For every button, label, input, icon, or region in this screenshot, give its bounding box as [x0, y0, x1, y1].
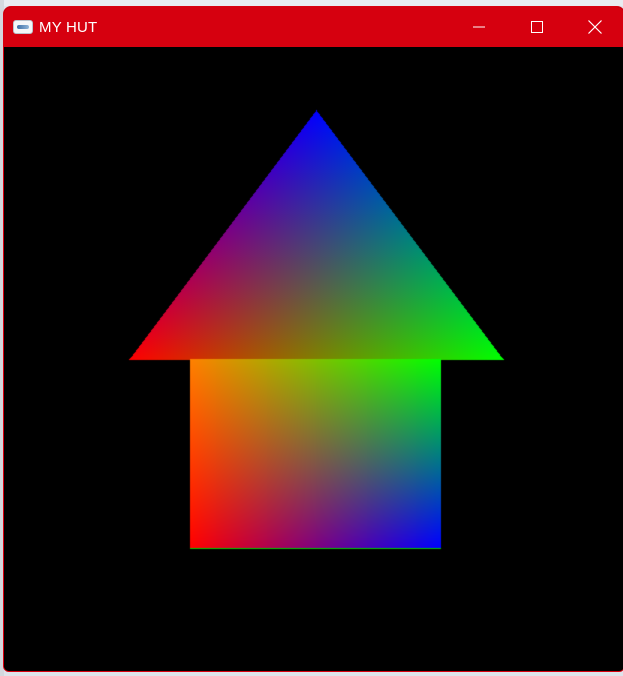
maximize-icon: [531, 21, 543, 33]
minimize-button[interactable]: [450, 7, 508, 47]
title-bar[interactable]: MY HUT: [4, 7, 623, 47]
app-window: MY HUT: [3, 6, 623, 672]
window-title: MY HUT: [39, 18, 98, 36]
hut-canvas: [4, 47, 623, 671]
minimize-icon: [473, 26, 485, 28]
maximize-button[interactable]: [508, 7, 566, 47]
close-button[interactable]: [566, 7, 623, 47]
app-icon: [13, 20, 33, 34]
close-icon: [588, 20, 602, 34]
window-controls: [450, 7, 623, 47]
